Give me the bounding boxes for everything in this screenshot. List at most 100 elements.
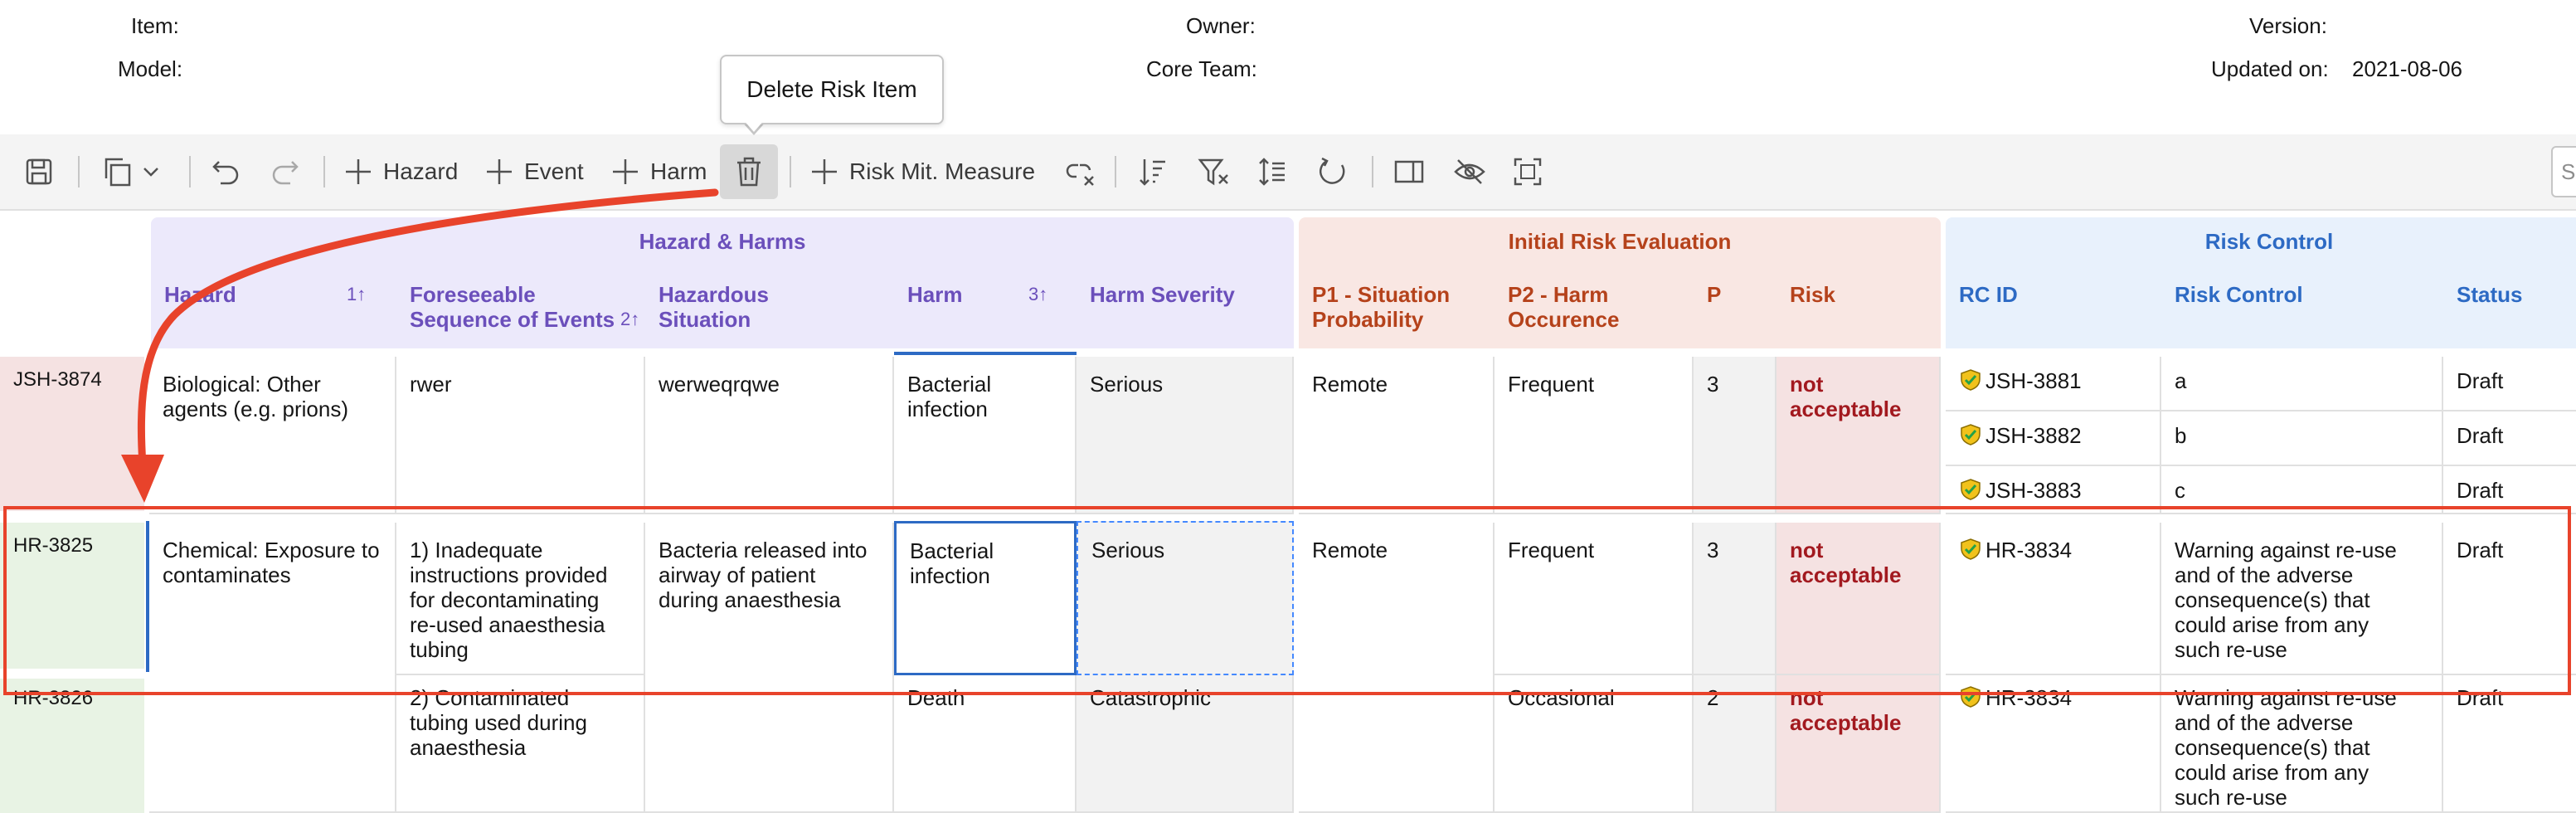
situation-cell[interactable]: werweqrqwe [645,357,894,514]
column-header-severity[interactable]: Harm Severity [1090,282,1235,307]
column-header-events-line2: Sequence of Events [410,307,615,332]
risk-control-text: Warning against re-use and of the advers… [2175,685,2397,810]
p2-cell[interactable]: Occasional [1495,675,1694,813]
column-header-hazard[interactable]: Hazard [164,282,236,307]
filter-button[interactable] [1198,134,1231,209]
column-header-harm[interactable]: Harm [907,282,962,307]
rc-id-text: JSH-3883 [1985,478,2082,503]
add-hazard-button[interactable]: Hazard [343,134,458,209]
add-risk-mit-measure-button[interactable]: Risk Mit. Measure [809,134,1035,209]
tooltip-text: Delete Risk Item [746,76,917,102]
situation-cell[interactable]: Bacteria released into airway of patient… [645,523,894,813]
harm-sort-indicator[interactable]: 3↑ [1028,284,1047,305]
risk-control-cell[interactable]: c [2161,466,2443,514]
hide-columns-button[interactable] [1453,134,1486,209]
risk-control-cell[interactable]: Warning against re-use and of the advers… [2161,523,2443,675]
column-header-rc-id[interactable]: RC ID [1959,282,2018,307]
risk-cell[interactable]: not acceptable [1776,523,1941,675]
risk-control-text: c [2175,478,2185,503]
hazard-cell[interactable]: Biological: Other agents (e.g. prions) [149,357,396,514]
column-header-p2[interactable]: P2 - Harm Occurence [1508,282,1619,332]
severity-cell[interactable]: Catastrophic [1077,675,1294,813]
risk-text: not acceptable [1790,538,1902,587]
column-header-status[interactable]: Status [2457,282,2522,307]
side-panel-icon [1394,160,1424,183]
row-id-cell[interactable]: JSH-3874 [0,357,144,511]
add-event-button[interactable]: Event [484,134,584,209]
event-cell[interactable]: 1) Inadequate instructions provided for … [396,523,645,675]
row-height-button[interactable] [1257,134,1287,209]
status-cell[interactable]: Draft [2443,357,2576,411]
event-cell[interactable]: rwer [396,357,645,514]
hazard-text: Chemical: Exposure to contaminates [163,538,380,587]
harm-cell[interactable]: Death [894,675,1077,813]
item-label: Item: [131,13,179,38]
events-sort-indicator[interactable]: 2↑ [620,309,639,330]
status-cell[interactable]: Draft [2443,523,2576,675]
fullscreen-button[interactable] [1513,134,1543,209]
filter-icon [1198,158,1228,186]
model-label: Model: [118,56,183,81]
severity-cell[interactable]: Serious [1077,521,1294,675]
side-panel-button[interactable] [1393,134,1425,209]
column-header-p1[interactable]: P1 - Situation Probability [1312,282,1450,332]
undo-icon [212,161,239,185]
add-harm-button[interactable]: Harm [610,134,707,209]
rc-id-cell[interactable]: JSH-3881 [1946,357,2161,411]
risk-control-cell[interactable]: Warning against re-use and of the advers… [2161,675,2443,813]
rc-id-cell[interactable]: HR-3834 [1946,675,2161,813]
column-header-events[interactable]: Foreseeable Sequence of Events [410,282,615,332]
status-cell[interactable]: Draft [2443,675,2576,813]
risk-text: not acceptable [1790,372,1902,421]
refresh-button[interactable] [1317,134,1347,209]
status-cell[interactable]: Draft [2443,466,2576,514]
p2-text: Occasional [1508,685,1615,710]
p-cell[interactable]: 3 [1694,357,1776,514]
p1-cell[interactable]: Remote [1299,357,1495,514]
risk-cell[interactable]: not acceptable [1776,357,1941,514]
event-cell[interactable]: 2) Contaminated tubing used during anaes… [396,675,645,813]
redo-button[interactable] [270,134,300,209]
sort-button[interactable] [1138,134,1168,209]
harm-cell-selected[interactable]: Bacterial infection [894,521,1077,675]
column-header-risk-control[interactable]: Risk Control [2175,282,2303,307]
column-header-p[interactable]: P [1707,282,1721,307]
row-id-cell[interactable]: HR-3825 [0,523,144,669]
delete-risk-item-button[interactable] [720,144,778,199]
risk-cell[interactable]: not acceptable [1776,675,1941,813]
risk-control-cell[interactable]: a [2161,357,2443,411]
column-header-risk-label: Risk [1790,282,1835,307]
p2-cell[interactable]: Frequent [1495,523,1694,675]
p-cell[interactable]: 3 [1694,523,1776,675]
copy-dropdown-button[interactable] [103,134,161,209]
sort-icon [1140,159,1165,186]
severity-cell[interactable]: Serious [1077,357,1294,514]
rc-id-cell[interactable]: JSH-3882 [1946,411,2161,466]
rc-id-cell[interactable]: JSH-3883 [1946,466,2161,514]
harm-cell[interactable]: Bacterial infection [894,357,1077,514]
refresh-icon [1319,157,1345,184]
hazard-sort-indicator[interactable]: 1↑ [347,284,366,305]
rc-id-cell[interactable]: HR-3834 [1946,523,2161,675]
risk-control-cell[interactable]: b [2161,411,2443,466]
search-input[interactable]: Se [2551,146,2576,197]
unlink-button[interactable] [1063,134,1096,209]
tooltip-arrow [742,119,766,132]
owner-label: Owner: [1186,13,1256,38]
p1-cell[interactable]: Remote [1299,523,1495,813]
toolbar: Hazard Event Harm Risk Mit. Measure Se [0,134,2576,211]
row-id: HR-3825 [13,534,94,557]
column-header-events-line1: Foreseeable [410,282,536,307]
p-cell[interactable]: 2 [1694,675,1776,813]
hazard-cell[interactable]: Chemical: Exposure to contaminates [149,523,396,813]
column-header-risk[interactable]: Risk [1790,282,1835,307]
add-harm-label: Harm [650,158,707,184]
row-id-cell[interactable]: HR-3826 [0,679,144,813]
column-header-situation[interactable]: Hazardous Situation [659,282,769,332]
save-button[interactable] [25,134,53,209]
row-id: HR-3826 [13,687,94,709]
status-cell[interactable]: Draft [2443,411,2576,466]
p2-cell[interactable]: Frequent [1495,357,1694,514]
undo-button[interactable] [211,134,241,209]
risk-control-text: a [2175,368,2187,393]
